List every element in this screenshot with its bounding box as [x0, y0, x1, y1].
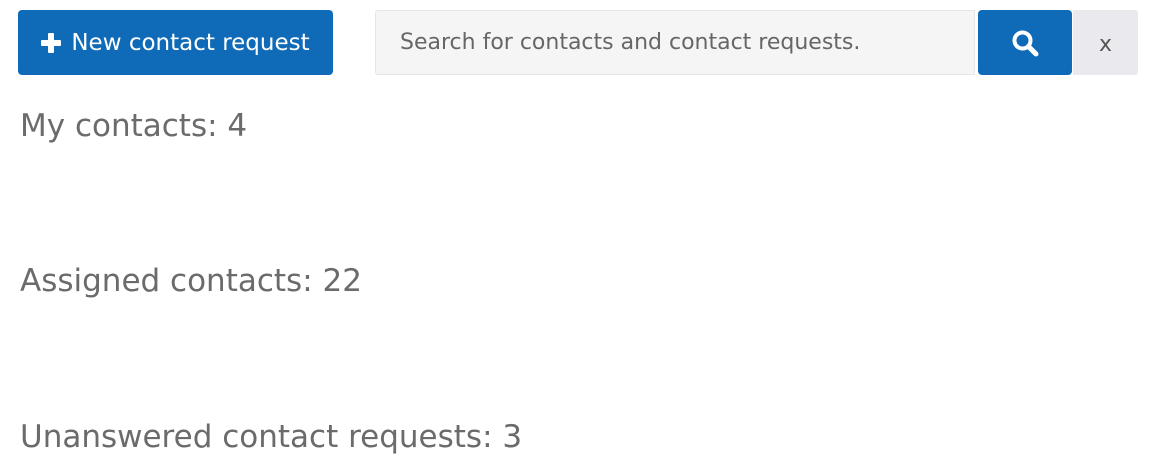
unanswered-requests-heading: Unanswered contact requests: 3 [20, 419, 523, 455]
new-contact-request-label: New contact request [71, 29, 310, 56]
search-button[interactable] [978, 10, 1072, 75]
search-input[interactable] [375, 10, 975, 75]
my-contacts-heading: My contacts: 4 [20, 108, 248, 144]
plus-icon [41, 32, 62, 53]
contacts-page: New contact request x My contacts: 4 Ass… [0, 0, 1153, 465]
contacts-toolbar: New contact request x [18, 10, 1138, 75]
new-contact-request-button[interactable]: New contact request [18, 10, 333, 75]
clear-search-button[interactable]: x [1073, 10, 1138, 75]
assigned-contacts-heading: Assigned contacts: 22 [20, 263, 362, 299]
search-icon [1012, 30, 1039, 56]
clear-search-label: x [1098, 32, 1113, 57]
